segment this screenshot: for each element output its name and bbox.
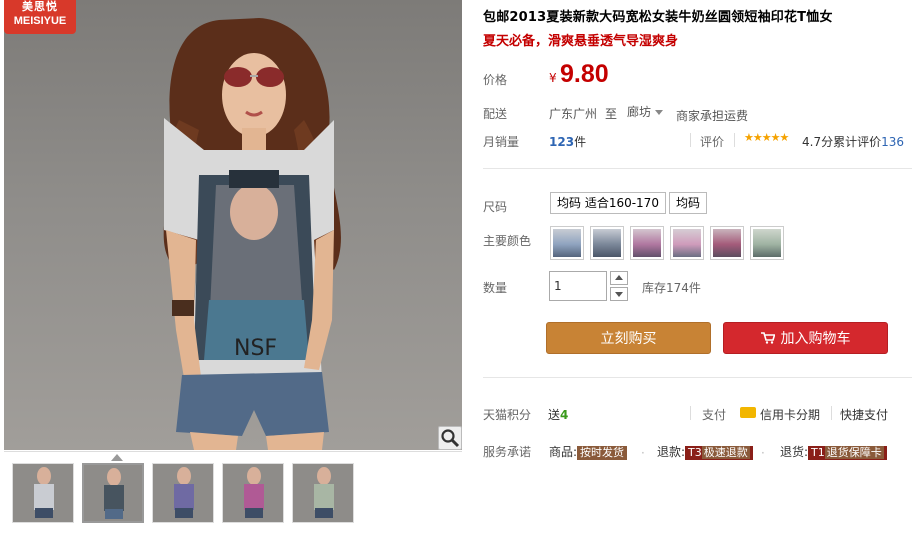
svg-text:NSF: NSF [234, 336, 277, 361]
divider [690, 406, 691, 420]
ship-from: 广东广州 [549, 107, 598, 121]
color-swatch-1[interactable] [550, 226, 584, 260]
credit-card-icon [740, 407, 756, 418]
divider [690, 133, 691, 147]
service-item-shipping[interactable]: 商品: 按时发货 [549, 443, 628, 460]
divider [483, 168, 912, 169]
product-subtitle: 夏天必备，滑爽悬垂透气导湿爽身 [483, 34, 679, 49]
on-time-shipping-badge: 按时发货 [577, 446, 628, 460]
color-swatch-5[interactable] [710, 226, 744, 260]
monthly-sales-value: 123件 [549, 133, 586, 150]
total-reviews-count: 136 [881, 135, 905, 149]
divider [483, 377, 912, 378]
color-swatch-3[interactable] [630, 226, 664, 260]
product-main-image[interactable]: NSF [4, 0, 462, 450]
shipping-label: 配送 [483, 107, 508, 121]
credit-card-installment[interactable]: 信用卡分期 [760, 406, 820, 423]
cart-icon [760, 332, 775, 344]
return-text: 退货保障卡 [824, 446, 884, 459]
return-guarantee-badge: T1 退货保障卡 [808, 446, 887, 460]
rating-stars-icon: ★★★★★ [744, 131, 789, 144]
rating-score: 4.7分 [802, 135, 834, 149]
quantity-label: 数量 [483, 281, 508, 295]
thumbnail-3[interactable] [152, 463, 214, 523]
shipping-note: 商家承担运费 [676, 109, 749, 123]
ship-destination-select[interactable]: 廊坊 [627, 103, 664, 120]
separator-dot: · [641, 446, 645, 460]
thumbnail-1[interactable] [12, 463, 74, 523]
color-swatch-4[interactable] [670, 226, 704, 260]
add-to-cart-label: 加入购物车 [780, 331, 851, 347]
review-label: 评价 [700, 135, 725, 149]
quantity-decrease-button[interactable] [610, 287, 628, 301]
separator-dot: · [761, 446, 765, 460]
refund-code: T3 [688, 446, 702, 459]
quantity-input[interactable]: 1 [549, 271, 607, 301]
service-prefix: 商品: [549, 445, 578, 459]
active-thumbnail-indicator [111, 454, 123, 461]
service-item-return[interactable]: 退货: T1 退货保障卡 [780, 443, 887, 460]
ship-destination: 廊坊 [627, 105, 652, 119]
sales-count: 123 [549, 135, 575, 149]
brand-name-cn: 美思悦 [22, 0, 58, 13]
ship-to-word: 至 [605, 107, 618, 121]
service-item-refund[interactable]: 退款: T3 极速退款 [657, 443, 753, 460]
color-swatch-2[interactable] [590, 226, 624, 260]
service-prefix: 退货: [780, 445, 809, 459]
points-text: 送 [548, 408, 561, 422]
buy-now-button[interactable]: 立刻购买 [546, 322, 711, 354]
model-illustration: NSF [163, 18, 341, 450]
brand-logo[interactable]: 美思悦 MEISIYUE [4, 0, 76, 34]
rating-summary[interactable]: 4.7分累计评价136 [802, 133, 904, 150]
return-code: T1 [811, 446, 825, 459]
size-option-1[interactable]: 均码 适合160-170 [550, 192, 666, 214]
price-label: 价格 [483, 73, 508, 87]
color-swatch-6[interactable] [750, 226, 784, 260]
brand-name-en: MEISIYUE [13, 15, 67, 27]
fast-refund-badge: T3 极速退款 [685, 446, 753, 460]
thumbnail-4[interactable] [222, 463, 284, 523]
price-value: 9.80 [560, 60, 609, 88]
points-number: 4 [560, 408, 569, 422]
quantity-increase-button[interactable] [610, 271, 628, 285]
add-to-cart-button[interactable]: 加入购物车 [723, 322, 888, 354]
tmall-points-value: 送4 [548, 406, 568, 423]
thumbnail-2[interactable] [82, 463, 144, 523]
product-title: 包邮2013夏装新款大码宽松女装牛奶丝圆领短袖印花T恤女 [483, 10, 833, 25]
zoom-icon[interactable] [438, 426, 462, 450]
quick-pay[interactable]: 快捷支付 [840, 406, 888, 423]
divider [831, 406, 832, 420]
divider [734, 133, 735, 147]
sales-unit: 件 [574, 135, 587, 149]
product-info-panel: 包邮2013夏装新款大码宽松女装牛奶丝圆领短袖印花T恤女 夏天必备，滑爽悬垂透气… [476, 0, 912, 533]
size-option-2[interactable]: 均码 [669, 192, 708, 214]
service-prefix: 退款: [657, 445, 686, 459]
thumbnail-strip [4, 451, 462, 533]
chevron-down-icon [655, 110, 664, 115]
payment-label: 支付 [702, 408, 727, 422]
color-label: 主要颜色 [483, 234, 532, 248]
service-label: 服务承诺 [483, 445, 532, 459]
total-reviews-label: 累计评价 [833, 135, 882, 149]
stock-count: 库存174件 [642, 281, 701, 295]
thumbnail-5[interactable] [292, 463, 354, 523]
monthly-sales-label: 月销量 [483, 135, 520, 149]
currency-symbol: ¥ [549, 71, 557, 85]
refund-text: 极速退款 [701, 446, 750, 459]
tmall-points-label: 天猫积分 [483, 408, 532, 422]
size-label: 尺码 [483, 200, 508, 214]
